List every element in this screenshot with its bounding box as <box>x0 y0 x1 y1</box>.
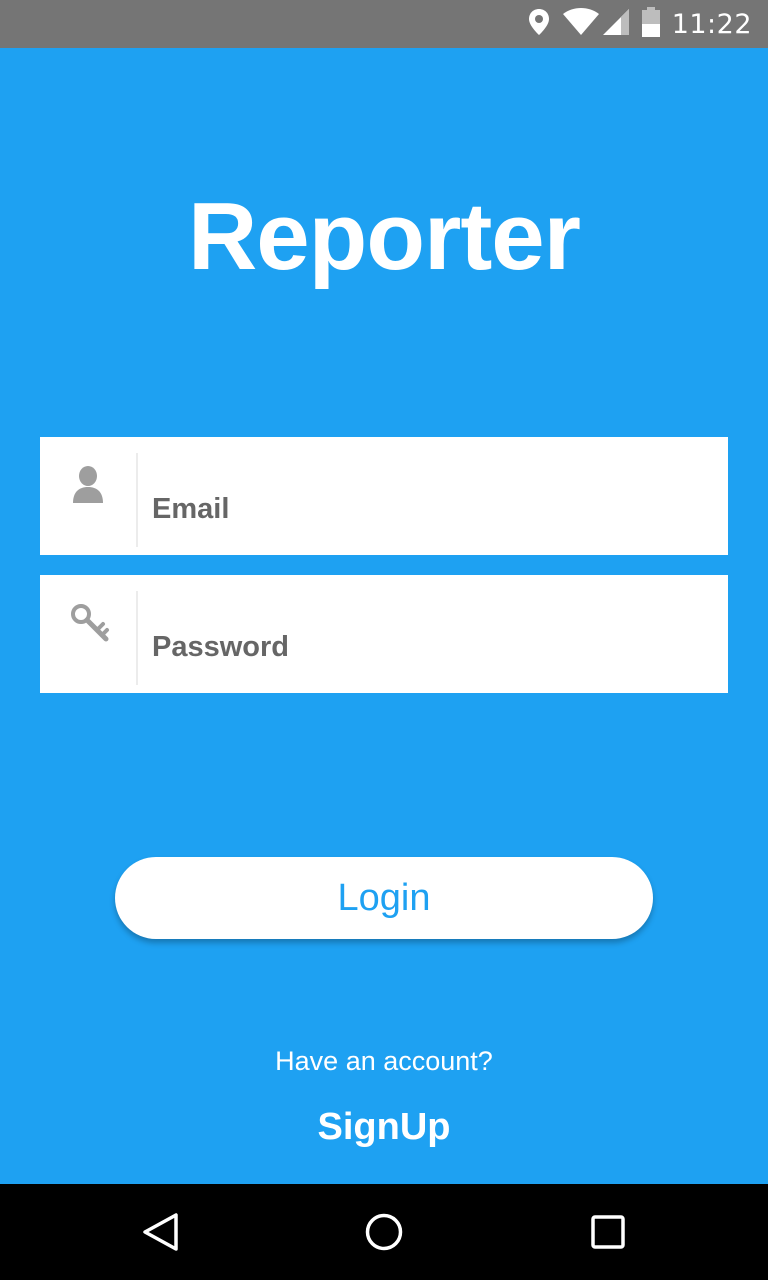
wifi-icon <box>562 7 600 41</box>
email-field[interactable] <box>40 437 728 555</box>
status-time: 11:22 <box>671 8 752 40</box>
key-icon <box>70 603 109 643</box>
status-icons: 11:22 <box>528 0 752 48</box>
password-input[interactable] <box>152 615 712 679</box>
login-screen: 11:22 Reporter Login Have an acc <box>0 0 768 1280</box>
have-account-text: Have an account? <box>275 1046 493 1076</box>
user-icon <box>70 465 106 505</box>
status-bar: 11:22 <box>0 0 768 48</box>
location-icon <box>528 8 550 41</box>
home-icon[interactable] <box>360 1208 408 1256</box>
battery-icon <box>641 6 660 42</box>
navigation-bar <box>0 1184 768 1280</box>
recents-icon[interactable] <box>584 1208 632 1256</box>
email-field-divider <box>136 453 138 547</box>
email-input[interactable] <box>152 477 712 541</box>
password-field-divider <box>136 591 138 685</box>
signup-link[interactable]: SignUp <box>284 1103 484 1151</box>
login-button[interactable]: Login <box>115 857 653 939</box>
password-field[interactable] <box>40 575 728 693</box>
signal-icon <box>602 8 630 41</box>
back-icon[interactable] <box>136 1208 184 1256</box>
app-title: Reporter <box>187 183 581 290</box>
